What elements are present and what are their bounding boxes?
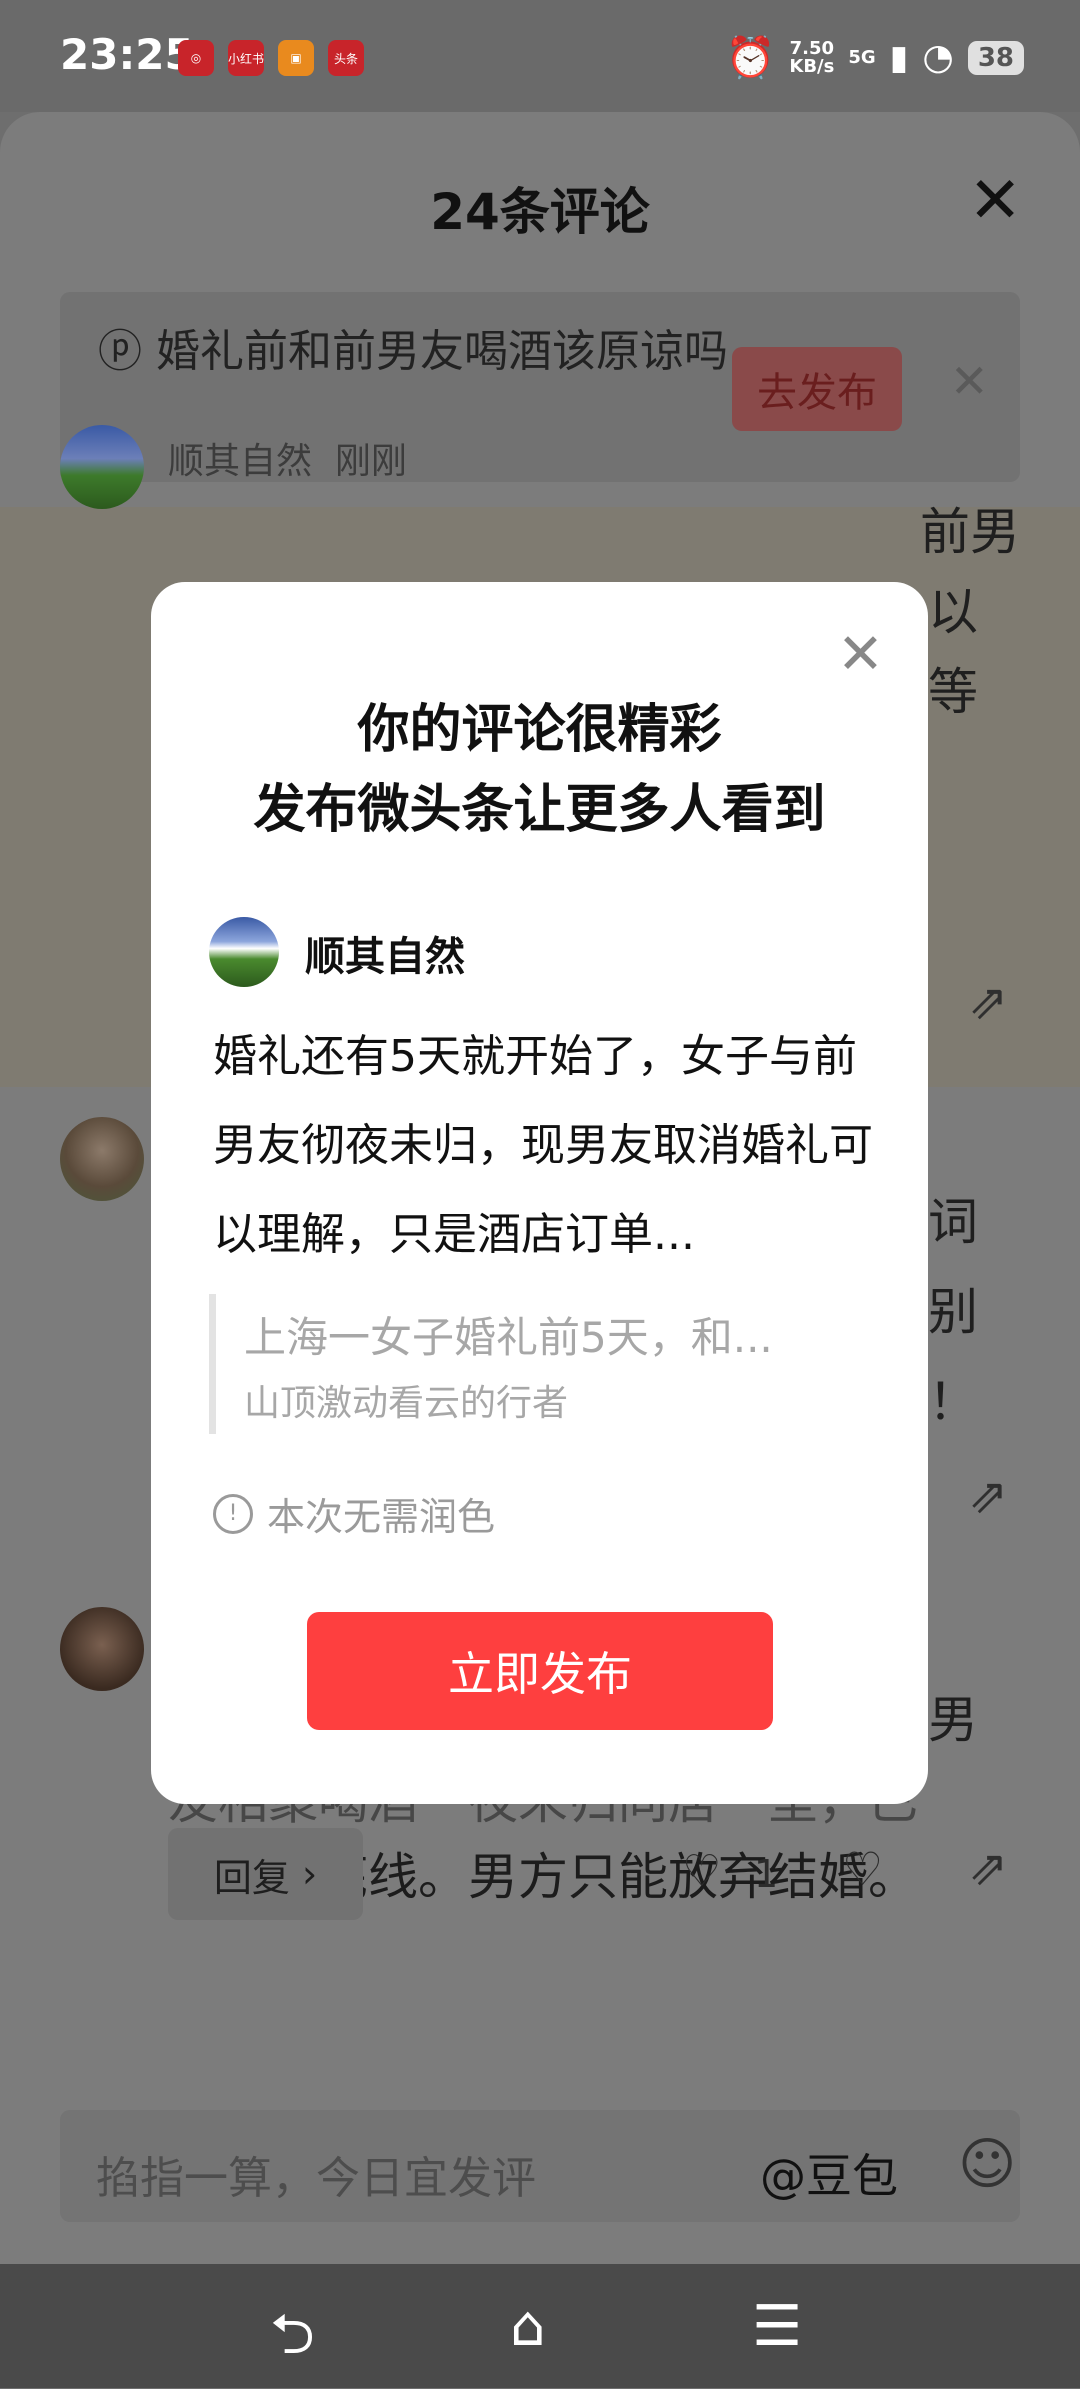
share-icon[interactable]: ⇗ — [968, 974, 1008, 1030]
close-icon[interactable]: ✕ — [968, 164, 1022, 238]
publish-now-button[interactable]: 立即发布 — [307, 1612, 773, 1730]
system-icons: ⏰ 7.50 KB/s 5G ▮ ◔ 38 — [726, 34, 1024, 81]
network-type: 5G — [848, 47, 876, 68]
comment-input[interactable]: 掐指一算，今日宜发评 @豆包 ☺ — [60, 2110, 1020, 2222]
signal-icon: ▮ — [889, 37, 909, 78]
app-notification-icon: ▣ — [278, 40, 314, 76]
home-icon[interactable]: ⌂ — [510, 2294, 546, 2359]
battery-icon: 38 — [967, 40, 1024, 75]
broken-heart-icon[interactable]: ♡ — [842, 1842, 883, 1896]
topic-text: ⓟ 婚礼前和前男友喝酒该原谅吗 — [98, 318, 778, 386]
notification-icons: ◎ 小红书 ▣ 头条 — [178, 40, 364, 76]
net-speed: 7.50 KB/s — [789, 37, 835, 77]
topic-label: 婚礼前和前男友喝酒该原谅吗 — [156, 326, 728, 377]
comment-fragment: 别 — [928, 1283, 978, 1341]
menu-icon[interactable]: ☰ — [752, 2294, 802, 2359]
avatar[interactable] — [60, 1607, 144, 1691]
comment-fragment: 词 — [928, 1193, 978, 1251]
polish-note-text: 本次无需润色 — [267, 1495, 496, 1539]
navigation-bar: ⮌ ⌂ ☰ — [0, 2264, 1080, 2388]
net-speed-value: 7.50 — [789, 37, 835, 59]
avatar[interactable] — [60, 425, 144, 509]
xiaohongshu-icon: 小红书 — [228, 40, 264, 76]
comment-fragment: 以 — [928, 583, 978, 641]
back-icon[interactable]: ⮌ — [270, 2294, 315, 2389]
like-count: 1 — [754, 1852, 779, 1896]
comment-fragment: 等 — [928, 663, 978, 721]
app-notification-icon: ◎ — [178, 40, 214, 76]
status-time: 23:25 — [60, 30, 194, 79]
comment-fragment: 前男 — [920, 503, 1020, 561]
avatar — [209, 917, 279, 987]
net-speed-unit: KB/s — [789, 55, 835, 77]
mention-doubao[interactable]: @豆包 — [760, 2140, 898, 2206]
emoji-icon[interactable]: ☺ — [958, 2132, 1016, 2197]
quoted-article-author: 山顶激动看云的行者 — [244, 1383, 569, 1424]
avatar[interactable] — [60, 1117, 144, 1201]
dialog-username: 顺其自然 — [305, 934, 465, 980]
wifi-icon: ◔ — [922, 37, 954, 78]
chevron-right-icon: › — [289, 1852, 318, 1896]
topic-publish-button[interactable]: 去发布 — [732, 347, 902, 431]
comment-username[interactable]: 顺其自然 刚刚 — [168, 432, 407, 484]
alarm-icon: ⏰ — [725, 35, 776, 81]
publish-dialog: ✕ 你的评论很精彩 发布微头条让更多人看到 顺其自然 婚礼还有5天就开始了，女子… — [151, 582, 928, 1804]
dialog-title-line2: 发布微头条让更多人看到 — [253, 780, 826, 840]
topic-close-icon[interactable]: ✕ — [950, 354, 989, 408]
reply-label: 回复 — [213, 1855, 290, 1900]
heart-icon[interactable]: ♡ — [682, 1846, 721, 1897]
comment-fragment: ！ — [928, 1373, 978, 1431]
hashtag-icon: ⓟ — [98, 326, 142, 377]
input-placeholder: 掐指一算，今日宜发评 — [96, 2153, 536, 2204]
comment-preview: 婚礼还有5天就开始了，女子与前男友彻夜未归，现男友取消婚礼可以理解，只是酒店订单… — [213, 1031, 873, 1260]
share-icon[interactable]: ⇗ — [968, 1840, 1008, 1896]
toutiao-icon: 头条 — [328, 40, 364, 76]
status-bar: 23:25 ◎ 小红书 ▣ 头条 ⏰ 7.50 KB/s 5G ▮ ◔ 38 — [0, 0, 1080, 112]
polish-note: ! 本次无需润色 — [213, 1486, 495, 1541]
reply-button[interactable]: 回复 › — [168, 1828, 363, 1920]
comment-fragment: 男 — [928, 1691, 978, 1749]
dialog-title-line1: 你的评论很精彩 — [357, 700, 722, 760]
quoted-article: 上海一女子婚礼前5天，和... 山顶激动看云的行者 — [209, 1294, 856, 1434]
quoted-article-title: 上海一女子婚礼前5天，和... — [244, 1313, 773, 1362]
close-icon[interactable]: ✕ — [837, 622, 884, 687]
info-icon: ! — [213, 1493, 253, 1534]
sheet-title: 24条评论 — [430, 183, 650, 241]
share-icon[interactable]: ⇗ — [968, 1468, 1008, 1524]
